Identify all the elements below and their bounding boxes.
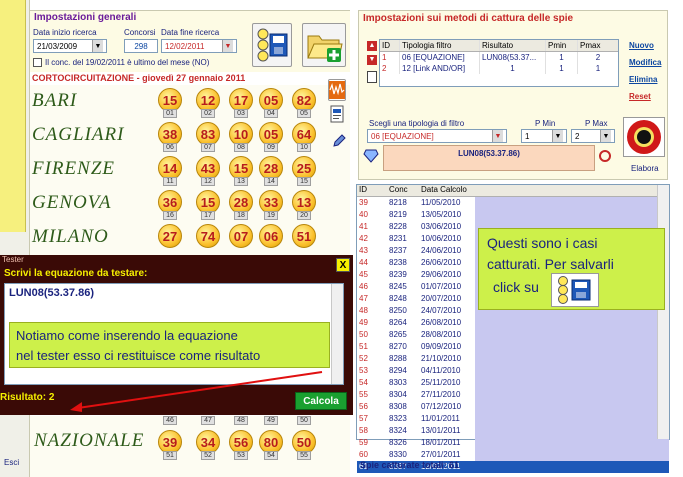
ball-index-label: 46 [163,416,177,425]
save-hint-note: Questi sono i casi catturati. Per salvar… [478,228,665,310]
ball-index: 51 [163,451,177,460]
ball-index: 54 [264,451,278,460]
number-ball[interactable]: 39 51 [158,430,182,460]
ball-index-label: 50 [297,416,311,425]
ball-index: 48 [229,416,253,426]
ball-index: 49 [259,416,283,426]
ball-index-label: 47 [201,416,215,425]
nazionale-wheel: 46 47 48 49 50 NAZIONALE 39 51 34 52 56 53 80 54 50 5… [30,416,350,477]
number-ball[interactable]: 80 54 [259,430,283,460]
note-line-2: catturati. Per salvarli [487,256,614,272]
wheel-name: NAZIONALE [34,430,145,451]
annotation-arrow [77,371,323,409]
number-ball[interactable]: 50 55 [292,430,316,460]
ball-index: 46 [158,416,182,426]
note-line-1: Questi sono i casi [487,235,598,251]
ball-index-label: 49 [264,416,278,425]
chain-save-icon [558,276,591,304]
ball-index-label: 48 [234,416,248,425]
ball-index: 52 [201,451,215,460]
save-icon-preview [551,273,599,307]
number-ball[interactable]: 34 52 [196,430,220,460]
ball-index: 53 [234,451,248,460]
ball-index: 55 [297,451,311,460]
number-ball[interactable]: 56 53 [229,430,253,460]
note-line-3: click su [493,279,539,295]
ball-index: 50 [292,416,316,426]
ball-index: 47 [196,416,220,426]
annotation-arrowhead [70,402,82,412]
